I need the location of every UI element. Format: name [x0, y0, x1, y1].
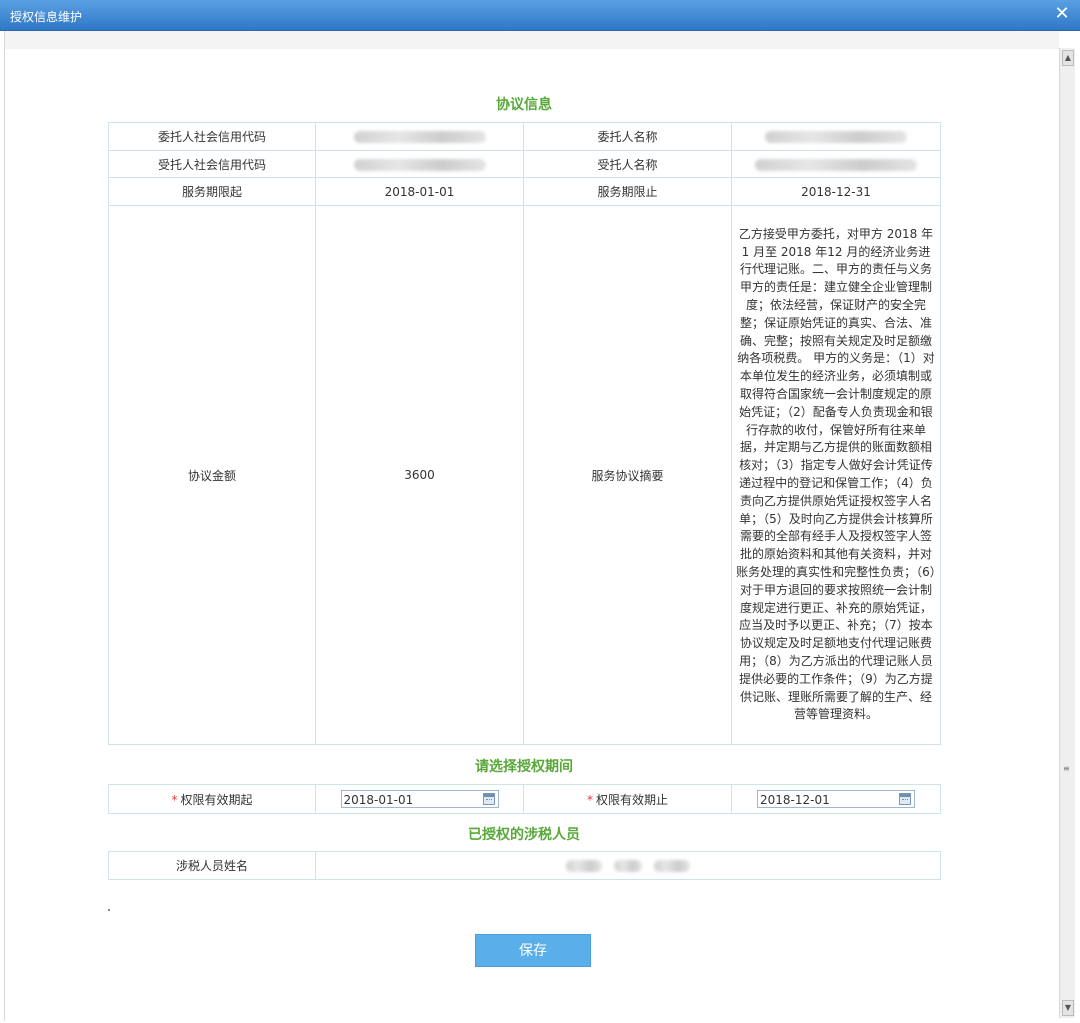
period-start-label: 权限有效期起 [180, 792, 253, 807]
calendar-icon[interactable] [482, 793, 495, 805]
vertical-scrollbar[interactable]: ▲ ≡ ▼ [1059, 48, 1075, 1018]
period-end-value: 2018-12-01 [760, 793, 830, 807]
period-table: * 权限有效期起 2018-01-01 * 权限有效期止 2018-12-01 [108, 784, 941, 814]
redacted-agent-code [353, 158, 486, 171]
period-start-label-cell: * 权限有效期起 [108, 784, 316, 814]
agreement-section-title: 协议信息 [496, 97, 552, 113]
scroll-grip-icon[interactable]: ≡ [1063, 764, 1070, 773]
stray-dot [108, 909, 110, 911]
principal-name-label: 委托人名称 [523, 122, 732, 151]
table-row: * 权限有效期起 2018-01-01 * 权限有效期止 2018-12-01 [108, 784, 941, 814]
close-icon[interactable]: ✕ [1054, 5, 1070, 23]
save-button[interactable]: 保存 [475, 934, 591, 967]
period-start-value: 2018-01-01 [343, 793, 414, 807]
required-mark: * [586, 792, 593, 807]
table-row: 服务期限起 2018-01-01 服务期限止 2018-12-31 [108, 177, 941, 206]
agent-code-label: 受托人社会信用代码 [108, 150, 316, 178]
redacted-principal-code [353, 131, 486, 143]
summary-label: 服务协议摘要 [523, 205, 732, 745]
period-start-date-input[interactable]: 2018-01-01 [340, 790, 499, 808]
service-start-value: 2018-01-01 [315, 177, 524, 206]
amount-value: 3600 [315, 205, 524, 745]
calendar-icon[interactable] [899, 793, 911, 805]
window-titlebar: 授权信息维护 ✕ [0, 0, 1080, 31]
staff-name-value [315, 851, 941, 880]
agent-code-value [315, 150, 524, 178]
redacted-agent-name [755, 158, 917, 171]
staff-table: 涉税人员姓名 [108, 851, 941, 880]
period-start-cell: 2018-01-01 [315, 784, 524, 814]
period-end-label: 权限有效期止 [595, 792, 668, 807]
table-row: 受托人社会信用代码 受托人名称 [108, 150, 941, 178]
redacted-principal-name [765, 131, 907, 143]
table-row: 协议金额 3600 服务协议摘要 乙方接受甲方委托，对甲方 2018 年 1 月… [108, 205, 941, 745]
agent-name-label: 受托人名称 [523, 150, 732, 178]
redacted-staff-name [653, 860, 690, 872]
staff-name-label: 涉税人员姓名 [108, 851, 316, 880]
staff-section-title: 已授权的涉税人员 [468, 827, 580, 843]
table-row: 涉税人员姓名 [108, 851, 941, 880]
service-end-value: 2018-12-31 [731, 177, 941, 206]
table-row: 委托人社会信用代码 委托人名称 [108, 122, 941, 151]
scroll-up-icon[interactable]: ▲ [1062, 50, 1074, 66]
principal-name-value [731, 122, 941, 151]
period-end-cell: 2018-12-01 [731, 784, 941, 814]
service-start-label: 服务期限起 [108, 177, 316, 206]
redacted-staff-name [614, 860, 642, 872]
window-title: 授权信息维护 [10, 10, 83, 24]
agent-name-value [731, 150, 941, 178]
principal-code-label: 委托人社会信用代码 [108, 122, 316, 151]
principal-code-value [315, 122, 524, 151]
period-end-label-cell: * 权限有效期止 [523, 784, 732, 814]
agreement-table: 委托人社会信用代码 委托人名称 受托人社会信用代码 受托人名称 服务期限起 20… [108, 122, 941, 745]
summary-value: 乙方接受甲方委托，对甲方 2018 年 1 月至 2018 年12 月的经济业务… [731, 205, 941, 745]
top-strip [5, 31, 1059, 49]
required-mark: * [171, 792, 178, 807]
amount-label: 协议金额 [108, 205, 316, 745]
scroll-down-icon[interactable]: ▼ [1062, 1000, 1074, 1016]
period-section-title: 请选择授权期间 [475, 759, 573, 775]
period-end-date-input[interactable]: 2018-12-01 [757, 790, 915, 808]
redacted-staff-name [566, 860, 603, 872]
service-end-label: 服务期限止 [523, 177, 732, 206]
